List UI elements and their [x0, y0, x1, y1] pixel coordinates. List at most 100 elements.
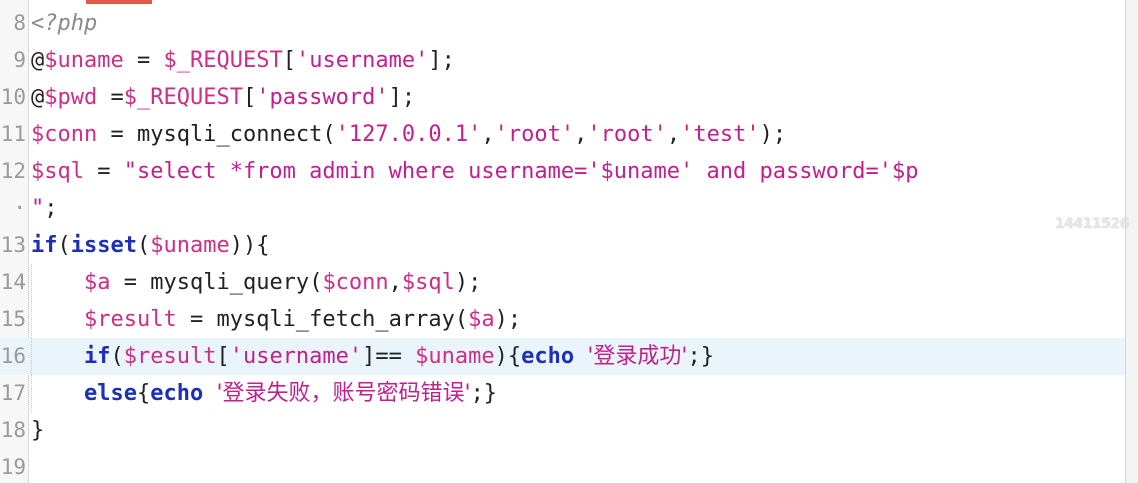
code-text: if($result['username']== $uname){echo '登…	[31, 338, 714, 375]
code-token: $result	[123, 344, 217, 369]
line-number: 10	[0, 85, 26, 109]
code-token: isset	[70, 233, 137, 258]
code-token: $uname	[150, 233, 230, 258]
code-line[interactable]: 14 $a = mysqli_query($conn,$sql);	[0, 264, 1125, 301]
line-number: 14	[0, 270, 26, 294]
code-token: '127.0.0.1'	[335, 122, 482, 147]
code-token: ,	[666, 122, 681, 147]
code-token: ;	[44, 196, 58, 221]
code-token: mysqli_connect	[136, 122, 323, 147]
watermark-number: 14411526	[1055, 216, 1129, 232]
code-token: ]==	[362, 344, 416, 369]
code-line[interactable]: 16 if($result['username']== $uname){echo…	[0, 338, 1125, 375]
line-number: 8	[13, 11, 26, 35]
code-token: ,	[574, 122, 588, 147]
line-number: 15	[0, 307, 26, 331]
code-token: "select *from admin where username='$una…	[123, 159, 919, 184]
code-token: {	[507, 344, 522, 369]
code-token: =	[123, 48, 164, 73]
code-token: ];	[388, 85, 416, 110]
code-token: );	[494, 307, 522, 332]
code-token: "	[31, 196, 45, 221]
code-token: {	[136, 381, 151, 406]
line-number: 9	[13, 48, 26, 72]
code-line[interactable]: 15 $result = mysqli_fetch_array($a);	[0, 301, 1125, 338]
code-token: (	[454, 307, 469, 332]
code-token: $a	[468, 307, 495, 332]
code-token: ))	[229, 233, 257, 258]
code-line[interactable]: 18}	[0, 412, 1125, 449]
line-number: 12	[0, 159, 26, 183]
code-editor[interactable]: 8 <?php 9 @$uname = $_REQUEST['username']; 1…	[0, 0, 1125, 483]
code-token: {	[256, 233, 270, 258]
code-token: [	[242, 85, 257, 110]
code-token: (	[57, 233, 71, 258]
code-token: $uname	[44, 48, 124, 73]
code-token: @	[31, 85, 45, 110]
line-number: 17	[0, 381, 26, 405]
code-token: (	[322, 122, 336, 147]
code-text: }	[31, 412, 44, 449]
code-token: (	[136, 233, 151, 258]
code-token: )	[494, 344, 508, 369]
code-token: '登录成功'	[587, 344, 688, 369]
code-token: else	[83, 381, 137, 406]
line-number: 13	[0, 233, 26, 257]
code-text: @$pwd =$_REQUEST['password'];	[31, 79, 415, 116]
scrollbar[interactable]	[1125, 0, 1138, 483]
code-line[interactable]: 8 <?php	[0, 5, 1125, 42]
code-line[interactable]: 12 $sql = "select *from admin where usern…	[0, 153, 1125, 190]
code-token: echo	[521, 344, 575, 369]
indent-guide	[31, 375, 32, 412]
code-line[interactable]: · ";	[0, 190, 1125, 227]
code-line[interactable]: 13 if(isset($uname)){	[0, 227, 1125, 264]
code-token: $sql	[31, 159, 84, 184]
code-token: $result	[83, 307, 177, 332]
code-token: 'root'	[494, 122, 575, 147]
code-text: ";	[31, 190, 58, 227]
code-token: if	[83, 344, 111, 369]
code-token: (	[110, 344, 124, 369]
code-line[interactable]: 17 else{echo '登录失败，账号密码错误';}	[0, 375, 1125, 412]
indent-guide	[31, 301, 32, 338]
code-token: ,	[481, 122, 495, 147]
code-token: 'test'	[680, 122, 760, 147]
code-token: 'root'	[587, 122, 667, 147]
code-line[interactable]: 19	[0, 449, 1125, 483]
code-token: $uname	[415, 344, 495, 369]
code-token: '登录失败，账号密码错误'	[216, 381, 471, 406]
line-number: 19	[0, 455, 26, 479]
indent-guide	[31, 264, 32, 301]
code-text: else{echo '登录失败，账号密码错误';}	[31, 375, 497, 412]
code-token: <?php	[31, 11, 98, 36]
code-line[interactable]: 11 $conn = mysqli_connect('127.0.0.1','ro…	[0, 116, 1125, 153]
code-text: if(isset($uname)){	[31, 227, 269, 264]
code-line[interactable]: 9 @$uname = $_REQUEST['username'];	[0, 42, 1125, 79]
code-token: ,	[388, 270, 402, 295]
code-token: $sql	[401, 270, 455, 295]
code-token: 'username'	[229, 344, 363, 369]
code-token: );	[759, 122, 787, 147]
line-number: ·	[13, 196, 26, 220]
code-token: [	[282, 48, 296, 73]
code-token: mysqli_query	[150, 270, 310, 295]
code-token: =	[110, 270, 151, 295]
code-text: @$uname = $_REQUEST['username'];	[31, 42, 455, 79]
tab-accent	[86, 0, 152, 4]
code-text: <?php	[31, 5, 97, 42]
code-token: mysqli_fetch_array	[216, 307, 455, 332]
line-number: 11	[0, 122, 26, 146]
indent-guide	[31, 338, 32, 375]
code-line[interactable]: 10 @$pwd =$_REQUEST['password'];	[0, 79, 1125, 116]
code-token: echo	[150, 381, 204, 406]
code-token: }	[31, 418, 45, 443]
code-token: ;}	[470, 381, 498, 406]
code-token: =	[83, 159, 124, 184]
code-token: =	[97, 122, 137, 147]
